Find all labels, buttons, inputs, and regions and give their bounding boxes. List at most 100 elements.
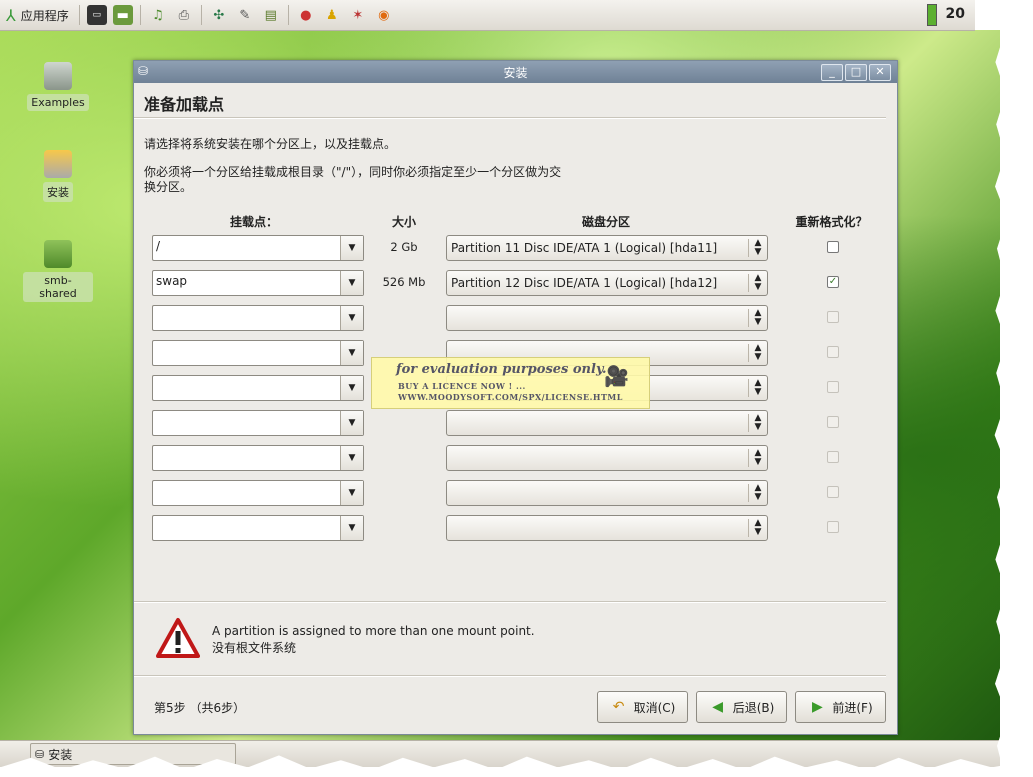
partition-selector[interactable]: ▲ ▼: [446, 445, 768, 471]
spin-arrows-icon[interactable]: ▲ ▼: [748, 519, 767, 537]
clock[interactable]: 20: [946, 6, 965, 22]
close-button[interactable]: ✕: [869, 64, 891, 81]
column-header-reformat: 重新格式化？: [795, 215, 868, 229]
table-row: ▼ ▲ ▼: [134, 305, 894, 331]
table-row: swap ▼ 526 Mb Partition 12 Disc IDE/ATA 1 (…: [134, 270, 894, 296]
messenger-icon[interactable]: ●: [296, 5, 316, 25]
mount-point-combo[interactable]: ▼: [152, 515, 364, 541]
chevron-down-icon[interactable]: ▼: [340, 271, 363, 295]
mount-point-value: [153, 376, 340, 400]
spin-arrows-icon[interactable]: ▲ ▼: [748, 239, 767, 257]
window-titlebar[interactable]: ⛁ 安装 _ □ ✕: [134, 61, 897, 83]
table-row: ▼ ▲ ▼: [134, 480, 894, 506]
arrow-left-icon: ◀: [712, 699, 724, 715]
forward-button[interactable]: ▶ 前进(F): [795, 691, 886, 723]
taskbar-item-installer[interactable]: ⛁ 安装: [30, 743, 236, 765]
panel-separator: [139, 5, 141, 25]
mount-point-combo[interactable]: ▼: [152, 480, 364, 506]
partition-selector[interactable]: ▲ ▼: [446, 410, 768, 436]
partition-selector[interactable]: ▲ ▼: [446, 305, 768, 331]
divider: [134, 601, 886, 603]
desktop-icon-install[interactable]: 安装: [23, 150, 93, 202]
chevron-down-icon[interactable]: ▼: [340, 306, 363, 330]
table-row: / ▼ 2 Gb Partition 11 Disc IDE/ATA 1 (Logic…: [134, 235, 894, 261]
desktop-icon-smb-shared[interactable]: smb-shared: [23, 240, 93, 302]
reformat-checkbox[interactable]: [827, 486, 839, 498]
column-header-partition: 磁盘分区: [581, 215, 630, 229]
chevron-down-icon[interactable]: ▼: [340, 481, 363, 505]
table-row: ▼ ▲ ▼: [134, 445, 894, 471]
undo-icon: ↶: [612, 699, 625, 715]
column-header-mount: 挂载点：: [229, 215, 278, 229]
table-row: ▼ ▲ ▼: [134, 515, 894, 541]
mount-point-combo[interactable]: ▼: [152, 340, 364, 366]
mount-point-combo[interactable]: ▼: [152, 375, 364, 401]
book-icon[interactable]: ▤: [261, 5, 281, 25]
desktop-icon-label: 安装: [43, 182, 73, 202]
partition-selector[interactable]: ▲ ▼: [446, 515, 768, 541]
reformat-checkbox[interactable]: [827, 451, 839, 463]
editor-icon[interactable]: ✎: [235, 5, 255, 25]
taskbar-item-label: 安装: [48, 747, 73, 762]
partition-selector[interactable]: ▲ ▼: [446, 480, 768, 506]
reformat-checkbox[interactable]: [827, 346, 839, 358]
reformat-checkbox[interactable]: [827, 381, 839, 393]
window-title: 安装: [503, 65, 528, 80]
chevron-down-icon[interactable]: ▼: [340, 236, 363, 260]
applications-menu[interactable]: ⅄ 应用程序: [0, 6, 75, 25]
minimize-button[interactable]: _: [821, 64, 843, 81]
mount-point-value: [153, 446, 340, 470]
mount-point-value: /: [156, 239, 161, 253]
mount-point-combo[interactable]: ▼: [152, 445, 364, 471]
mount-point-combo[interactable]: / ▼: [152, 235, 364, 261]
desktop-icon-examples[interactable]: Examples: [23, 62, 93, 111]
firefox-icon[interactable]: ◉: [374, 5, 394, 25]
installer-icon: [44, 150, 72, 178]
watermark-line1: for evaluation purposes only.: [396, 362, 607, 377]
maximize-button[interactable]: □: [845, 64, 867, 81]
spin-arrows-icon[interactable]: ▲ ▼: [748, 274, 767, 292]
installer-icon: ⛁: [35, 747, 45, 761]
reformat-checkbox[interactable]: [827, 311, 839, 323]
installer-icon: ⛁: [138, 64, 149, 78]
column-header-size: 大小: [391, 215, 416, 229]
reformat-checkbox[interactable]: [827, 416, 839, 428]
spin-arrows-icon[interactable]: ▲ ▼: [748, 344, 767, 362]
chevron-down-icon[interactable]: ▼: [340, 341, 363, 365]
panel-separator: [200, 5, 202, 25]
reformat-checkbox[interactable]: [827, 521, 839, 533]
spin-arrows-icon[interactable]: ▲ ▼: [748, 309, 767, 327]
person-icon[interactable]: ♟: [322, 5, 342, 25]
mount-point-combo[interactable]: swap ▼: [152, 270, 364, 296]
mount-point-combo[interactable]: ▼: [152, 410, 364, 436]
partition-selector[interactable]: Partition 12 Disc IDE/ATA 1 (Logical) [h…: [446, 270, 768, 296]
spin-arrows-icon[interactable]: ▲ ▼: [748, 414, 767, 432]
folder-icon[interactable]: ▬: [112, 5, 133, 25]
partition-value: Partition 12 Disc IDE/ATA 1 (Logical) [h…: [451, 276, 718, 290]
network-icon[interactable]: ✣: [209, 5, 229, 25]
chevron-down-icon[interactable]: ▼: [340, 411, 363, 435]
cancel-button[interactable]: ↶ 取消(C): [597, 691, 688, 723]
partition-size: 2 Gb: [390, 240, 418, 254]
warning-message: A partition is assigned to more than one…: [212, 624, 535, 638]
spin-arrows-icon[interactable]: ▲ ▼: [748, 379, 767, 397]
divider: [134, 675, 886, 677]
partition-selector[interactable]: Partition 11 Disc IDE/ATA 1 (Logical) [h…: [446, 235, 768, 261]
spin-arrows-icon[interactable]: ▲ ▼: [748, 484, 767, 502]
terminal-icon[interactable]: ▭: [86, 5, 107, 25]
chevron-down-icon[interactable]: ▼: [340, 446, 363, 470]
volume-indicator-icon[interactable]: [927, 4, 937, 26]
spin-arrows-icon[interactable]: ▲ ▼: [748, 449, 767, 467]
chevron-down-icon[interactable]: ▼: [340, 376, 363, 400]
mount-point-value: [153, 306, 340, 330]
printer-icon[interactable]: ⎙: [174, 5, 194, 25]
chevron-down-icon[interactable]: ▼: [340, 516, 363, 540]
forward-button-label: 前进(F): [832, 700, 873, 715]
back-button[interactable]: ◀ 后退(B): [696, 691, 787, 723]
music-icon[interactable]: ♫: [148, 5, 168, 25]
mount-point-value: [153, 481, 340, 505]
reformat-checkbox[interactable]: [827, 241, 839, 253]
mount-point-combo[interactable]: ▼: [152, 305, 364, 331]
reformat-checkbox[interactable]: ✓: [827, 276, 839, 288]
star-icon[interactable]: ✶: [348, 5, 368, 25]
